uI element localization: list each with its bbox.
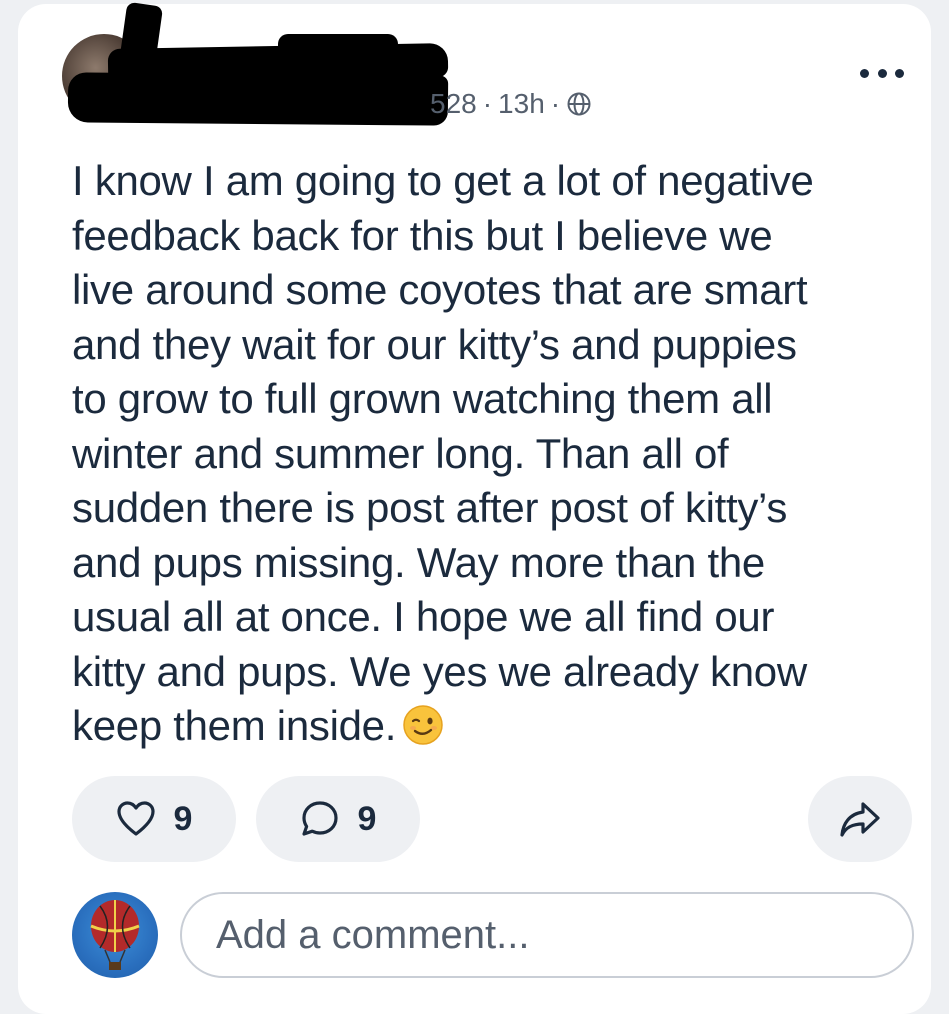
globe-icon <box>566 91 592 117</box>
redaction-mark <box>67 72 449 126</box>
post-body: I know I am going to get a lot of negati… <box>72 154 912 754</box>
redaction-mark <box>278 34 398 58</box>
post-meta: 528 · 13h · <box>430 88 592 120</box>
comment-count: 9 <box>357 799 377 838</box>
comment-bubble-icon <box>301 801 338 836</box>
post-card: 528 · 13h · I know I am going to get a l… <box>18 1 931 1014</box>
share-button[interactable] <box>808 776 912 862</box>
comment-input[interactable] <box>180 892 914 978</box>
meta-separator: · <box>482 88 493 119</box>
post-time[interactable]: 13h <box>498 88 545 120</box>
post-text: I know I am going to get a lot of negati… <box>72 157 814 749</box>
like-button[interactable]: 9 <box>72 776 236 862</box>
author-location-fragment: 528 <box>430 88 477 119</box>
commenter-avatar <box>72 892 158 978</box>
comment-button[interactable]: 9 <box>256 776 420 862</box>
heart-icon <box>116 801 155 836</box>
share-arrow-icon <box>840 802 880 837</box>
hot-air-balloon-icon <box>90 900 140 970</box>
meta-separator: · <box>550 88 561 119</box>
winking-face-icon <box>402 704 444 746</box>
like-count: 9 <box>173 799 193 838</box>
more-options-icon[interactable] <box>860 62 904 84</box>
